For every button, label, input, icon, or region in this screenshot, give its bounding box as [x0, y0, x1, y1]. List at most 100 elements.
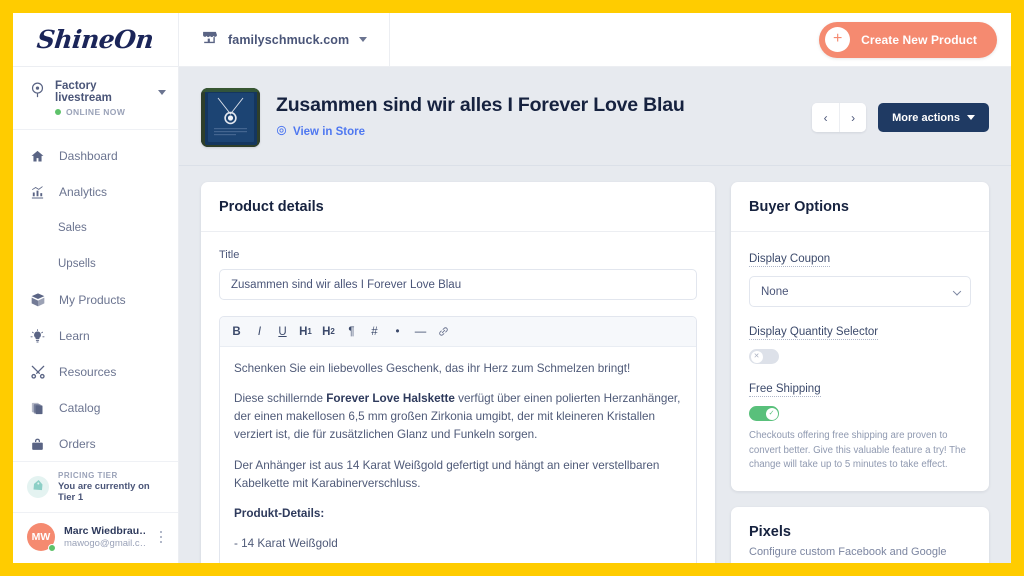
home-icon — [29, 149, 46, 164]
lightbulb-icon — [29, 328, 46, 344]
previous-product-button[interactable]: ‹ — [812, 103, 840, 132]
app-body: Factory livestream ONLINE NOW Dashboard — [13, 67, 1011, 563]
sidebar-item-catalog[interactable]: Catalog — [13, 390, 178, 426]
product-header: Zusammen sind wir alles I Forever Love B… — [179, 67, 1011, 166]
display-coupon-value: None — [749, 276, 971, 307]
display-quantity-label: Display Quantity Selector — [749, 326, 879, 340]
display-coupon-label: Display Coupon — [749, 253, 831, 267]
livestream-title-row: Factory livestream — [55, 80, 166, 104]
pixels-card: Pixels Configure custom Facebook and Goo… — [731, 506, 989, 563]
online-status-dot — [48, 544, 56, 552]
app-window: ShineOn familyschmuck.com + Create New P… — [13, 13, 1011, 563]
hash-button[interactable]: # — [364, 321, 385, 342]
desc-bold: Forever Love Halskette — [326, 392, 455, 406]
italic-button[interactable]: I — [249, 321, 270, 342]
horizontal-rule-button[interactable]: — — [410, 321, 431, 342]
buyer-options-title: Buyer Options — [749, 199, 849, 215]
free-shipping-help-text: Checkouts offering free shipping are pro… — [749, 430, 966, 471]
display-quantity-block: Display Quantity Selector ✕ — [749, 322, 971, 364]
bold-button[interactable]: B — [226, 321, 247, 342]
sidebar-item-label: Dashboard — [59, 149, 118, 163]
product-thumbnail[interactable] — [201, 88, 260, 147]
sidebar-item-label: Sales — [58, 222, 87, 234]
free-shipping-label: Free Shipping — [749, 383, 821, 397]
store-name: familyschmuck.com — [228, 32, 350, 47]
left-column: Product details Title B I U H1 — [201, 182, 715, 563]
user-profile-block[interactable]: MW Marc Wiedbrau… mawogo@gmail.c… — [13, 512, 178, 563]
content-columns: Product details Title B I U H1 — [179, 166, 1011, 563]
sidebar-item-learn[interactable]: Learn — [13, 318, 178, 354]
product-pager: ‹ › — [812, 103, 867, 132]
tools-icon — [29, 364, 46, 380]
chevron-down-icon[interactable] — [158, 89, 166, 95]
sidebar-item-label: Upsells — [58, 258, 96, 270]
sidebar-item-upsells[interactable]: Upsells — [13, 246, 178, 282]
desc-pre: Diese schillernde — [234, 392, 327, 406]
description-subheading: Produkt-Details: — [234, 505, 682, 523]
editor-toolbar: B I U H1 H2 ¶ # • — — [220, 317, 696, 347]
chevron-down-icon — [967, 115, 975, 120]
free-shipping-toggle[interactable]: ✓ — [749, 406, 779, 421]
sidebar-item-label: My Products — [59, 293, 126, 307]
livestream-texts: Factory livestream ONLINE NOW — [55, 80, 166, 117]
product-details-body: Title B I U H1 H2 ¶ # — [201, 232, 715, 563]
broadcast-icon — [29, 81, 46, 103]
sidebar-footer: PRICING TIER You are currently on Tier 1… — [13, 461, 178, 563]
sidebar-item-label: Orders — [59, 437, 96, 451]
title-field-label: Title — [219, 249, 240, 261]
online-dot-icon — [55, 109, 61, 115]
product-header-texts: Zusammen sind wir alles I Forever Love B… — [276, 94, 796, 141]
bag-icon — [29, 437, 46, 452]
sidebar-item-label: Analytics — [59, 185, 108, 199]
profile-texts: Marc Wiedbrau… mawogo@gmail.c… — [64, 525, 145, 549]
underline-button[interactable]: U — [272, 321, 293, 342]
description-text[interactable]: Schenken Sie ein liebevolles Geschenk, d… — [220, 347, 696, 563]
product-details-card: Product details Title B I U H1 — [201, 182, 715, 563]
sidebar-item-dashboard[interactable]: Dashboard — [13, 138, 178, 174]
right-column: Buyer Options Display Coupon None Displa… — [731, 182, 989, 563]
free-shipping-block: Free Shipping ✓ Checkouts offering free … — [749, 379, 971, 473]
create-new-product-button[interactable]: + Create New Product — [819, 21, 997, 58]
pricing-tier-block[interactable]: PRICING TIER You are currently on Tier 1 — [13, 461, 178, 512]
paragraph-button[interactable]: ¶ — [341, 321, 362, 342]
display-quantity-toggle[interactable]: ✕ — [749, 349, 779, 364]
link-icon[interactable] — [433, 321, 454, 342]
topbar-actions: + Create New Product — [819, 13, 1011, 66]
avatar-initials: MW — [31, 531, 51, 543]
description-paragraph: Der Anhänger ist aus 14 Karat Weißgold g… — [234, 458, 660, 490]
next-product-button[interactable]: › — [839, 103, 867, 132]
page-title: Zusammen sind wir alles I Forever Love B… — [276, 94, 685, 116]
heading-2-button[interactable]: H2 — [318, 321, 339, 342]
create-new-product-label: Create New Product — [861, 32, 977, 47]
sidebar-livestream[interactable]: Factory livestream ONLINE NOW — [13, 67, 178, 130]
pixels-header: Pixels Configure custom Facebook and Goo… — [731, 507, 989, 563]
title-input[interactable] — [219, 269, 697, 300]
view-in-store-link[interactable]: View in Store — [276, 123, 796, 141]
sidebar-item-resources[interactable]: Resources — [13, 354, 178, 390]
view-in-store-label: View in Store — [293, 126, 366, 138]
heading-1-button[interactable]: H1 — [295, 321, 316, 342]
bullet-list-button[interactable]: • — [387, 321, 408, 342]
chart-icon — [29, 185, 46, 200]
brand-logo[interactable]: ShineOn — [13, 13, 179, 66]
sidebar-item-sales[interactable]: Sales — [13, 210, 178, 246]
toggle-knob-check-icon: ✓ — [765, 407, 778, 420]
more-actions-button[interactable]: More actions — [878, 103, 989, 132]
buyer-options-header: Buyer Options — [731, 182, 989, 232]
livestream-status: ONLINE NOW — [55, 107, 166, 117]
sidebar-item-my-products[interactable]: My Products — [13, 282, 178, 318]
profile-name: Marc Wiedbrau… — [64, 525, 145, 537]
sidebar-item-analytics[interactable]: Analytics — [13, 174, 178, 210]
store-selector[interactable]: familyschmuck.com — [179, 13, 391, 66]
sidebar-item-orders[interactable]: Orders — [13, 426, 178, 462]
sidebar-item-label: Catalog — [59, 401, 101, 415]
product-details-header: Product details — [201, 182, 715, 232]
kebab-menu-icon[interactable] — [154, 527, 169, 548]
display-coupon-select[interactable]: None — [749, 276, 971, 307]
top-bar: ShineOn familyschmuck.com + Create New P… — [13, 13, 1011, 67]
catalog-icon — [29, 401, 46, 416]
sidebar: Factory livestream ONLINE NOW Dashboard — [13, 67, 179, 563]
pricing-tier-heading: PRICING TIER — [58, 471, 118, 480]
buyer-options-body: Display Coupon None Display Quantity Sel… — [731, 232, 989, 491]
